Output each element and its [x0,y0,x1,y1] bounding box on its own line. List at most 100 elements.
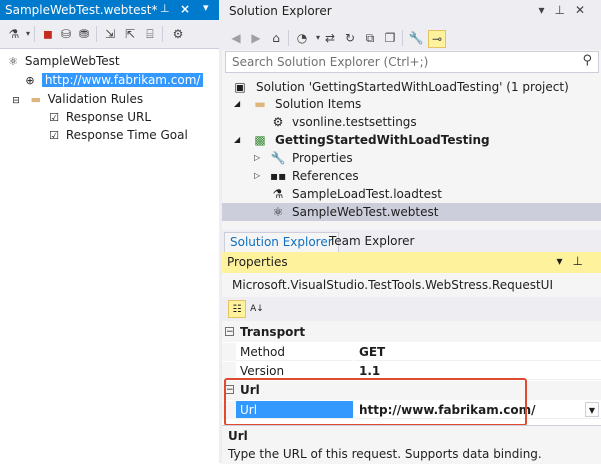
property-name: Method [236,343,353,361]
solution-explorer-search[interactable]: Search Solution Explorer (Ctrl+;) ⚲ [225,51,599,73]
expanded-icon[interactable]: ◢ [234,131,244,149]
tree-root-webtest[interactable]: ⚛ SampleWebTest [5,52,120,70]
tree-validation-rules[interactable]: ⊟ ▬ Validation Rules [8,90,143,108]
property-row-method[interactable]: Method GET [222,343,601,361]
property-description: Url Type the URL of this request. Suppor… [222,425,601,464]
properties-icon: 🔧 [270,151,286,165]
highlight-box [224,378,527,426]
tree-testsettings[interactable]: ⚙ vsonline.testsettings [222,113,601,131]
chevron-down-icon[interactable]: ▾ [557,254,573,268]
solution-icon: ▣ [234,80,246,94]
webtest-toolbar: ⚗ ▾ ◼ ⛁ ⛃ ⇲ ⇱ ⌸ ⚙ [0,20,219,49]
document-tab[interactable]: SampleWebTest.webtest* ⊥ × ▾ [0,0,219,20]
collapsed-icon[interactable]: ▷ [254,167,264,185]
properties-title: Properties [227,255,288,269]
properties-titlebar: Properties ▾⊥ [222,252,601,273]
add-request-plugin-icon[interactable]: ⇱ [122,26,138,42]
properties-toolbar: ☷ A↓ [222,297,601,321]
home-icon[interactable]: ⌂ [268,30,284,46]
references-label: References [292,169,359,183]
pin-icon[interactable]: ⊥ [160,2,170,15]
solution-tree: ▣ Solution 'GettingStartedWithLoadTestin… [222,74,601,230]
tree-rule-response-url[interactable]: ☑ Response URL [46,108,151,126]
alphabetical-icon[interactable]: A↓ [248,300,266,318]
property-value[interactable]: GET [355,343,601,361]
row-gutter [222,343,236,361]
folder-icon: ▬ [254,97,266,111]
tree-rule-response-time[interactable]: ☑ Response Time Goal [46,126,188,144]
solution-items-label: Solution Items [275,97,362,111]
solution-label: Solution 'GettingStartedWithLoadTesting'… [256,80,569,94]
tab-solution-explorer[interactable]: Solution Explorer [224,232,339,253]
add-plugin-icon[interactable]: ⇲ [102,26,118,42]
webtest-icon: ⚛ [272,205,284,219]
forward-icon[interactable]: ▶ [248,30,264,46]
expanded-icon[interactable]: ◢ [234,95,244,113]
tree-project[interactable]: ◢ ▩ GettingStartedWithLoadTesting [222,131,601,149]
tree-properties[interactable]: ▷ 🔧 Properties [222,149,601,167]
solution-explorer-title: Solution Explorer [229,4,332,18]
window-controls: ▾⊥ [557,254,593,268]
categorized-icon[interactable]: ☷ [228,300,246,318]
description-text: Type the URL of this request. Supports d… [228,447,542,461]
selected-object-label: Microsoft.VisualStudio.TestTools.WebStre… [232,278,553,292]
tree-loadtest[interactable]: ⚗ SampleLoadTest.loadtest [222,185,601,203]
toolbar-separator [34,26,35,42]
parameterize-icon[interactable]: ⛃ [76,26,92,42]
tree-root-label: SampleWebTest [24,54,120,68]
add-datasource-icon[interactable]: ⛁ [58,26,74,42]
search-icon[interactable]: ⚲ [582,53,592,68]
rule-icon: ☑ [49,111,59,124]
collapse-icon[interactable]: ⊟ [8,92,24,110]
tab-team-explorer[interactable]: Team Explorer [324,232,420,252]
pin-icon[interactable]: ⊥ [573,254,593,268]
tree-solution[interactable]: ▣ Solution 'GettingStartedWithLoadTestin… [222,78,601,96]
solution-explorer-toolbar: ◀ ▶ ⌂ ◔ ▾ ⇄ ↻ ⧉ ❐ 🔧 ⊸ [222,24,601,50]
properties-label: Properties [292,151,353,165]
toolbar-separator [288,30,289,46]
folder-icon: ▬ [30,93,42,106]
search-placeholder: Search Solution Explorer (Ctrl+;) [232,55,429,69]
pending-changes-icon[interactable]: ◔ [294,30,310,46]
sync-icon[interactable]: ⇄ [322,30,338,46]
toolbar-separator [162,26,163,42]
webtest-icon: ⚛ [8,55,18,68]
category-transport[interactable]: − Transport [222,323,601,342]
window-controls: ▾⊥✕ [538,3,595,17]
rule-label: Response Time Goal [65,128,188,142]
tree-webtest[interactable]: ⚛ SampleWebTest.webtest [222,203,601,221]
collapse-all-icon[interactable]: ⧉ [362,30,378,46]
toolbar-separator [96,26,97,42]
webtest-label: SampleWebTest.webtest [292,205,439,219]
validation-rules-label: Validation Rules [47,92,144,106]
tree-request[interactable]: ⊕ http://www.fabrikam.com/ [22,71,204,89]
description-title: Url [228,429,248,443]
loadtest-icon: ⚗ [272,187,284,201]
references-icon: ▪▪ [270,169,287,183]
rule-icon: ☑ [49,129,59,142]
tree-solution-items[interactable]: ◢ ▬ Solution Items [222,95,601,113]
collapse-icon[interactable]: − [225,327,234,337]
tree-references[interactable]: ▷ ▪▪ References [222,167,601,185]
chevron-down-icon[interactable]: ▼ [585,402,599,417]
wrench-icon[interactable]: 🔧 [408,30,424,46]
chevron-down-icon[interactable]: ▾ [203,1,209,14]
close-icon[interactable]: × [180,2,190,16]
pin-icon[interactable]: ⊥ [554,3,574,17]
globe-icon: ⊕ [25,74,35,87]
back-icon[interactable]: ◀ [228,30,244,46]
show-all-files-icon[interactable]: ❐ [382,30,398,46]
close-icon[interactable]: ✕ [575,3,595,17]
rule-label: Response URL [65,110,152,124]
refresh-icon[interactable]: ↻ [342,30,358,46]
generate-code-icon[interactable]: ⌸ [142,26,158,42]
record-icon[interactable]: ◼ [40,26,56,42]
chevron-down-icon[interactable]: ▾ [538,3,554,17]
properties-object-selector[interactable]: Microsoft.VisualStudio.TestTools.WebStre… [222,273,601,298]
toolbar-separator [402,30,403,46]
preview-icon[interactable]: ⊸ [428,30,446,48]
collapsed-icon[interactable]: ▷ [254,149,264,167]
project-label: GettingStartedWithLoadTesting [275,133,490,147]
set-context-icon[interactable]: ⚙ [170,26,186,42]
loadtest-label: SampleLoadTest.loadtest [292,187,442,201]
